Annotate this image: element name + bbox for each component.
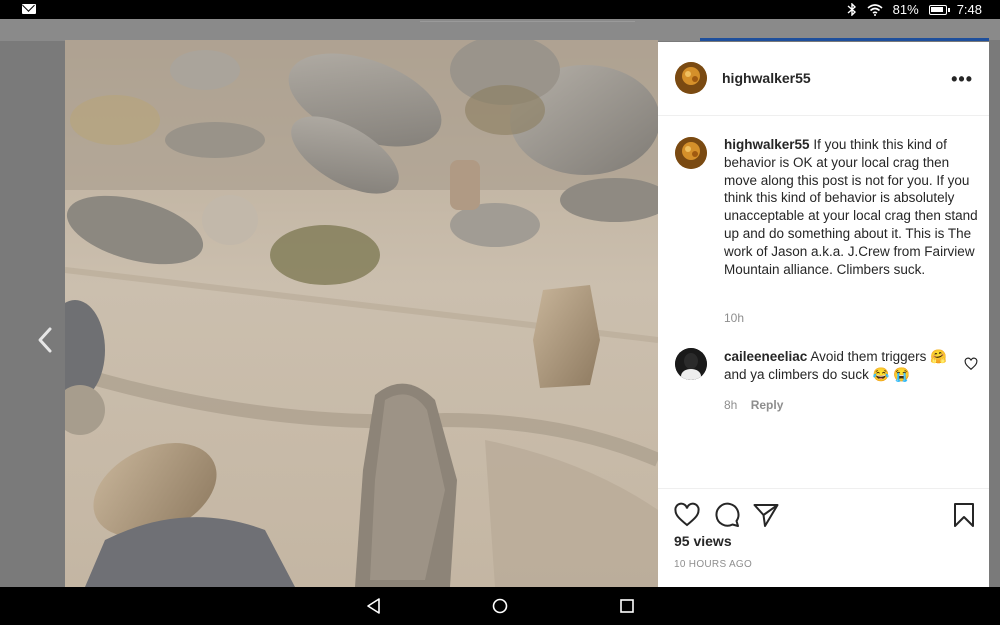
background-right-edge [989,40,1000,587]
avatar[interactable] [675,62,707,94]
like-icon[interactable] [673,501,701,529]
caption-text: If you think this kind of behavior is OK… [724,137,978,277]
post-username[interactable]: highwalker55 [722,70,811,86]
share-icon[interactable] [752,501,780,529]
post-photo[interactable] [65,40,658,587]
clock: 7:48 [956,2,982,17]
caption-username[interactable]: highwalker55 [724,137,810,152]
battery-icon [928,4,950,15]
reply-button[interactable]: Reply [751,398,784,412]
status-bar: 81% 7:48 [0,0,1000,26]
post-timestamp: 10 HOURS AGO [674,559,753,570]
recents-icon[interactable] [618,597,636,615]
more-options-icon[interactable]: ••• [951,69,973,90]
comment-meta: 8h Reply [724,398,783,412]
post-actions: 95 views 10 HOURS AGO [658,488,989,587]
battery-percent: 81% [892,2,919,17]
background-accent-bar [700,38,989,41]
caption-avatar[interactable] [675,137,707,169]
comment-timestamp: 8h [724,398,738,412]
home-icon[interactable] [491,597,509,615]
mail-icon [22,4,36,14]
back-icon[interactable] [366,597,384,615]
save-icon[interactable] [950,501,978,529]
post-detail-panel: highwalker55 ••• highwalker55 If you thi… [658,42,989,587]
comment: caileeneeliac Avoid them triggers 🤗 and … [724,348,954,384]
previous-post-icon[interactable] [34,325,56,355]
background-page [0,19,1000,41]
comment-avatar[interactable] [675,348,707,380]
caption-timestamp: 10h [724,311,745,325]
like-comment-icon[interactable] [964,357,978,371]
navigation-bar [0,587,1000,625]
view-count[interactable]: 95 views [674,533,732,549]
post-caption: highwalker55 If you think this kind of b… [724,136,979,278]
wifi-icon [867,3,883,16]
background-divider [420,21,635,22]
comment-username[interactable]: caileeneeliac [724,349,807,364]
comment-icon[interactable] [713,501,741,529]
post-header: highwalker55 ••• [658,42,989,116]
bluetooth-icon [847,3,856,16]
desert-rocks-image [65,40,658,587]
